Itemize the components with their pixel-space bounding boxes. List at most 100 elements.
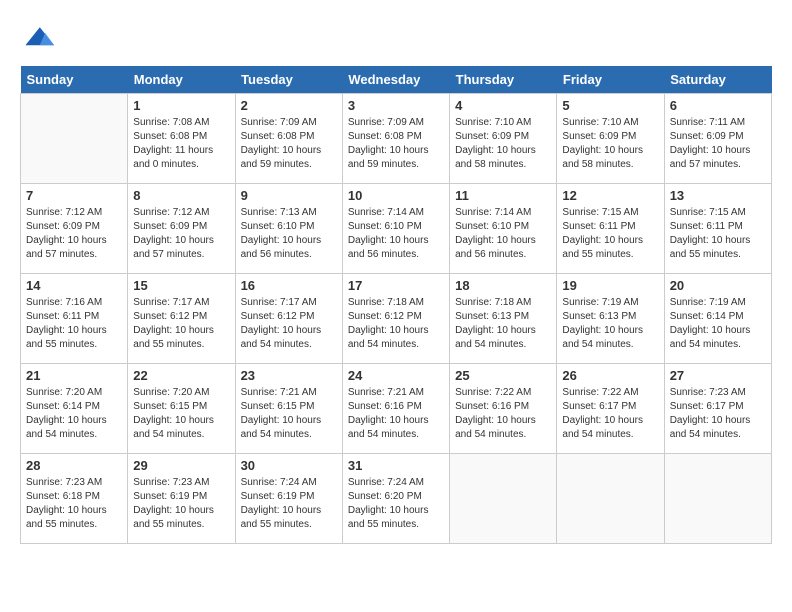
day-info: Sunrise: 7:20 AMSunset: 6:15 PMDaylight:… [133, 386, 229, 442]
calendar-cell: 7Sunrise: 7:12 AMSunset: 6:09 PMDaylight… [21, 184, 128, 274]
day-number: 28 [26, 458, 122, 473]
calendar-table: SundayMondayTuesdayWednesdayThursdayFrid… [20, 66, 772, 544]
calendar-cell: 15 Sunrise: 7:17 AMSunset: 6:12 PMDayligh… [128, 274, 235, 364]
day-number: 3 [348, 98, 444, 113]
day-info: Sunrise: 7:14 AMSunset: 6:10 PMDaylight:… [455, 206, 551, 262]
day-number: 20 [670, 278, 766, 293]
day-info: Sunrise: 7:23 AMSunset: 6:17 PMDaylight:… [670, 386, 766, 442]
calendar-cell: 1Sunrise: 7:08 AMSunset: 6:08 PMDaylight… [128, 94, 235, 184]
calendar-cell [450, 454, 557, 544]
weekday-header-sunday: Sunday [21, 66, 128, 94]
calendar-cell: 6 Sunrise: 7:11 AMSunset: 6:09 PMDaylight… [664, 94, 771, 184]
calendar-cell: 26 Sunrise: 7:22 AMSunset: 6:17 PMDayligh… [557, 364, 664, 454]
weekday-header-thursday: Thursday [450, 66, 557, 94]
calendar-week-row: 21 Sunrise: 7:20 AMSunset: 6:14 PMDayligh… [21, 364, 772, 454]
day-info: Sunrise: 7:18 AMSunset: 6:13 PMDaylight:… [455, 296, 551, 352]
day-info: Sunrise: 7:10 AMSunset: 6:09 PMDaylight:… [562, 116, 658, 172]
day-info: Sunrise: 7:15 AMSunset: 6:11 PMDaylight:… [562, 206, 658, 262]
day-info: Sunrise: 7:15 AMSunset: 6:11 PMDaylight:… [670, 206, 766, 262]
day-number: 5 [562, 98, 658, 113]
calendar-cell: 18 Sunrise: 7:18 AMSunset: 6:13 PMDayligh… [450, 274, 557, 364]
calendar-cell: 13 Sunrise: 7:15 AMSunset: 6:11 PMDayligh… [664, 184, 771, 274]
calendar-cell: 2 Sunrise: 7:09 AMSunset: 6:08 PMDaylight… [235, 94, 342, 184]
day-number: 8 [133, 188, 229, 203]
calendar-cell: 3 Sunrise: 7:09 AMSunset: 6:08 PMDaylight… [342, 94, 449, 184]
day-number: 11 [455, 188, 551, 203]
calendar-cell: 22 Sunrise: 7:20 AMSunset: 6:15 PMDayligh… [128, 364, 235, 454]
day-info: Sunrise: 7:24 AMSunset: 6:19 PMDaylight:… [241, 476, 337, 532]
day-number: 13 [670, 188, 766, 203]
calendar-cell: 21 Sunrise: 7:20 AMSunset: 6:14 PMDayligh… [21, 364, 128, 454]
day-info: Sunrise: 7:20 AMSunset: 6:14 PMDaylight:… [26, 386, 122, 442]
day-info: Sunrise: 7:18 AMSunset: 6:12 PMDaylight:… [348, 296, 444, 352]
day-number: 12 [562, 188, 658, 203]
day-number: 9 [241, 188, 337, 203]
day-info: Sunrise: 7:24 AMSunset: 6:20 PMDaylight:… [348, 476, 444, 532]
calendar-week-row: 7 Sunrise: 7:12 AMSunset: 6:09 PMDaylight… [21, 184, 772, 274]
day-number: 30 [241, 458, 337, 473]
day-number: 7 [26, 188, 122, 203]
day-number: 14 [26, 278, 122, 293]
weekday-header-saturday: Saturday [664, 66, 771, 94]
day-info: Sunrise: 7:23 AMSunset: 6:19 PMDaylight:… [133, 476, 229, 532]
calendar-cell: 9 Sunrise: 7:13 AMSunset: 6:10 PMDaylight… [235, 184, 342, 274]
calendar-cell [664, 454, 771, 544]
calendar-cell: 24 Sunrise: 7:21 AMSunset: 6:16 PMDayligh… [342, 364, 449, 454]
calendar-cell: 11 Sunrise: 7:14 AMSunset: 6:10 PMDayligh… [450, 184, 557, 274]
calendar-cell: 8 Sunrise: 7:12 AMSunset: 6:09 PMDaylight… [128, 184, 235, 274]
calendar-cell: 5 Sunrise: 7:10 AMSunset: 6:09 PMDaylight… [557, 94, 664, 184]
day-number: 21 [26, 368, 122, 383]
day-number: 6 [670, 98, 766, 113]
day-info: Sunrise: 7:09 AMSunset: 6:08 PMDaylight:… [241, 116, 337, 172]
calendar-cell: 10 Sunrise: 7:14 AMSunset: 6:10 PMDayligh… [342, 184, 449, 274]
calendar-cell: 30 Sunrise: 7:24 AMSunset: 6:19 PMDayligh… [235, 454, 342, 544]
calendar-week-row: 14Sunrise: 7:16 AMSunset: 6:11 PMDayligh… [21, 274, 772, 364]
weekday-header-tuesday: Tuesday [235, 66, 342, 94]
logo [20, 20, 62, 56]
day-info: Sunrise: 7:19 AMSunset: 6:13 PMDaylight:… [562, 296, 658, 352]
day-info: Sunrise: 7:09 AMSunset: 6:08 PMDaylight:… [348, 116, 444, 172]
day-number: 1 [133, 98, 229, 113]
calendar-cell: 27 Sunrise: 7:23 AMSunset: 6:17 PMDayligh… [664, 364, 771, 454]
weekday-header-wednesday: Wednesday [342, 66, 449, 94]
day-number: 10 [348, 188, 444, 203]
day-info: Sunrise: 7:17 AMSunset: 6:12 PMDaylight:… [133, 296, 229, 352]
day-number: 31 [348, 458, 444, 473]
calendar-week-row: 28 Sunrise: 7:23 AMSunset: 6:18 PMDayligh… [21, 454, 772, 544]
day-info: Sunrise: 7:10 AMSunset: 6:09 PMDaylight:… [455, 116, 551, 172]
calendar-cell: 20Sunrise: 7:19 AMSunset: 6:14 PMDayligh… [664, 274, 771, 364]
calendar-cell: 31 Sunrise: 7:24 AMSunset: 6:20 PMDayligh… [342, 454, 449, 544]
page-header [20, 20, 772, 56]
day-info: Sunrise: 7:13 AMSunset: 6:10 PMDaylight:… [241, 206, 337, 262]
day-number: 29 [133, 458, 229, 473]
calendar-cell: 28 Sunrise: 7:23 AMSunset: 6:18 PMDayligh… [21, 454, 128, 544]
day-info: Sunrise: 7:22 AMSunset: 6:17 PMDaylight:… [562, 386, 658, 442]
weekday-header-row: SundayMondayTuesdayWednesdayThursdayFrid… [21, 66, 772, 94]
calendar-cell [21, 94, 128, 184]
page-container: SundayMondayTuesdayWednesdayThursdayFrid… [20, 20, 772, 544]
calendar-cell: 23Sunrise: 7:21 AMSunset: 6:15 PMDayligh… [235, 364, 342, 454]
calendar-cell: 17Sunrise: 7:18 AMSunset: 6:12 PMDayligh… [342, 274, 449, 364]
weekday-header-friday: Friday [557, 66, 664, 94]
calendar-cell: 12 Sunrise: 7:15 AMSunset: 6:11 PMDayligh… [557, 184, 664, 274]
day-info: Sunrise: 7:21 AMSunset: 6:16 PMDaylight:… [348, 386, 444, 442]
day-number: 2 [241, 98, 337, 113]
day-number: 27 [670, 368, 766, 383]
day-info: Sunrise: 7:11 AMSunset: 6:09 PMDaylight:… [670, 116, 766, 172]
day-number: 19 [562, 278, 658, 293]
day-number: 16 [241, 278, 337, 293]
day-number: 22 [133, 368, 229, 383]
day-number: 24 [348, 368, 444, 383]
day-info: Sunrise: 7:23 AMSunset: 6:18 PMDaylight:… [26, 476, 122, 532]
day-number: 15 [133, 278, 229, 293]
day-number: 26 [562, 368, 658, 383]
calendar-cell: 25Sunrise: 7:22 AMSunset: 6:16 PMDayligh… [450, 364, 557, 454]
logo-icon [20, 20, 56, 56]
day-info: Sunrise: 7:14 AMSunset: 6:10 PMDaylight:… [348, 206, 444, 262]
calendar-cell: 14Sunrise: 7:16 AMSunset: 6:11 PMDayligh… [21, 274, 128, 364]
day-info: Sunrise: 7:12 AMSunset: 6:09 PMDaylight:… [133, 206, 229, 262]
day-number: 18 [455, 278, 551, 293]
weekday-header-monday: Monday [128, 66, 235, 94]
calendar-cell: 19 Sunrise: 7:19 AMSunset: 6:13 PMDayligh… [557, 274, 664, 364]
calendar-week-row: 1Sunrise: 7:08 AMSunset: 6:08 PMDaylight… [21, 94, 772, 184]
